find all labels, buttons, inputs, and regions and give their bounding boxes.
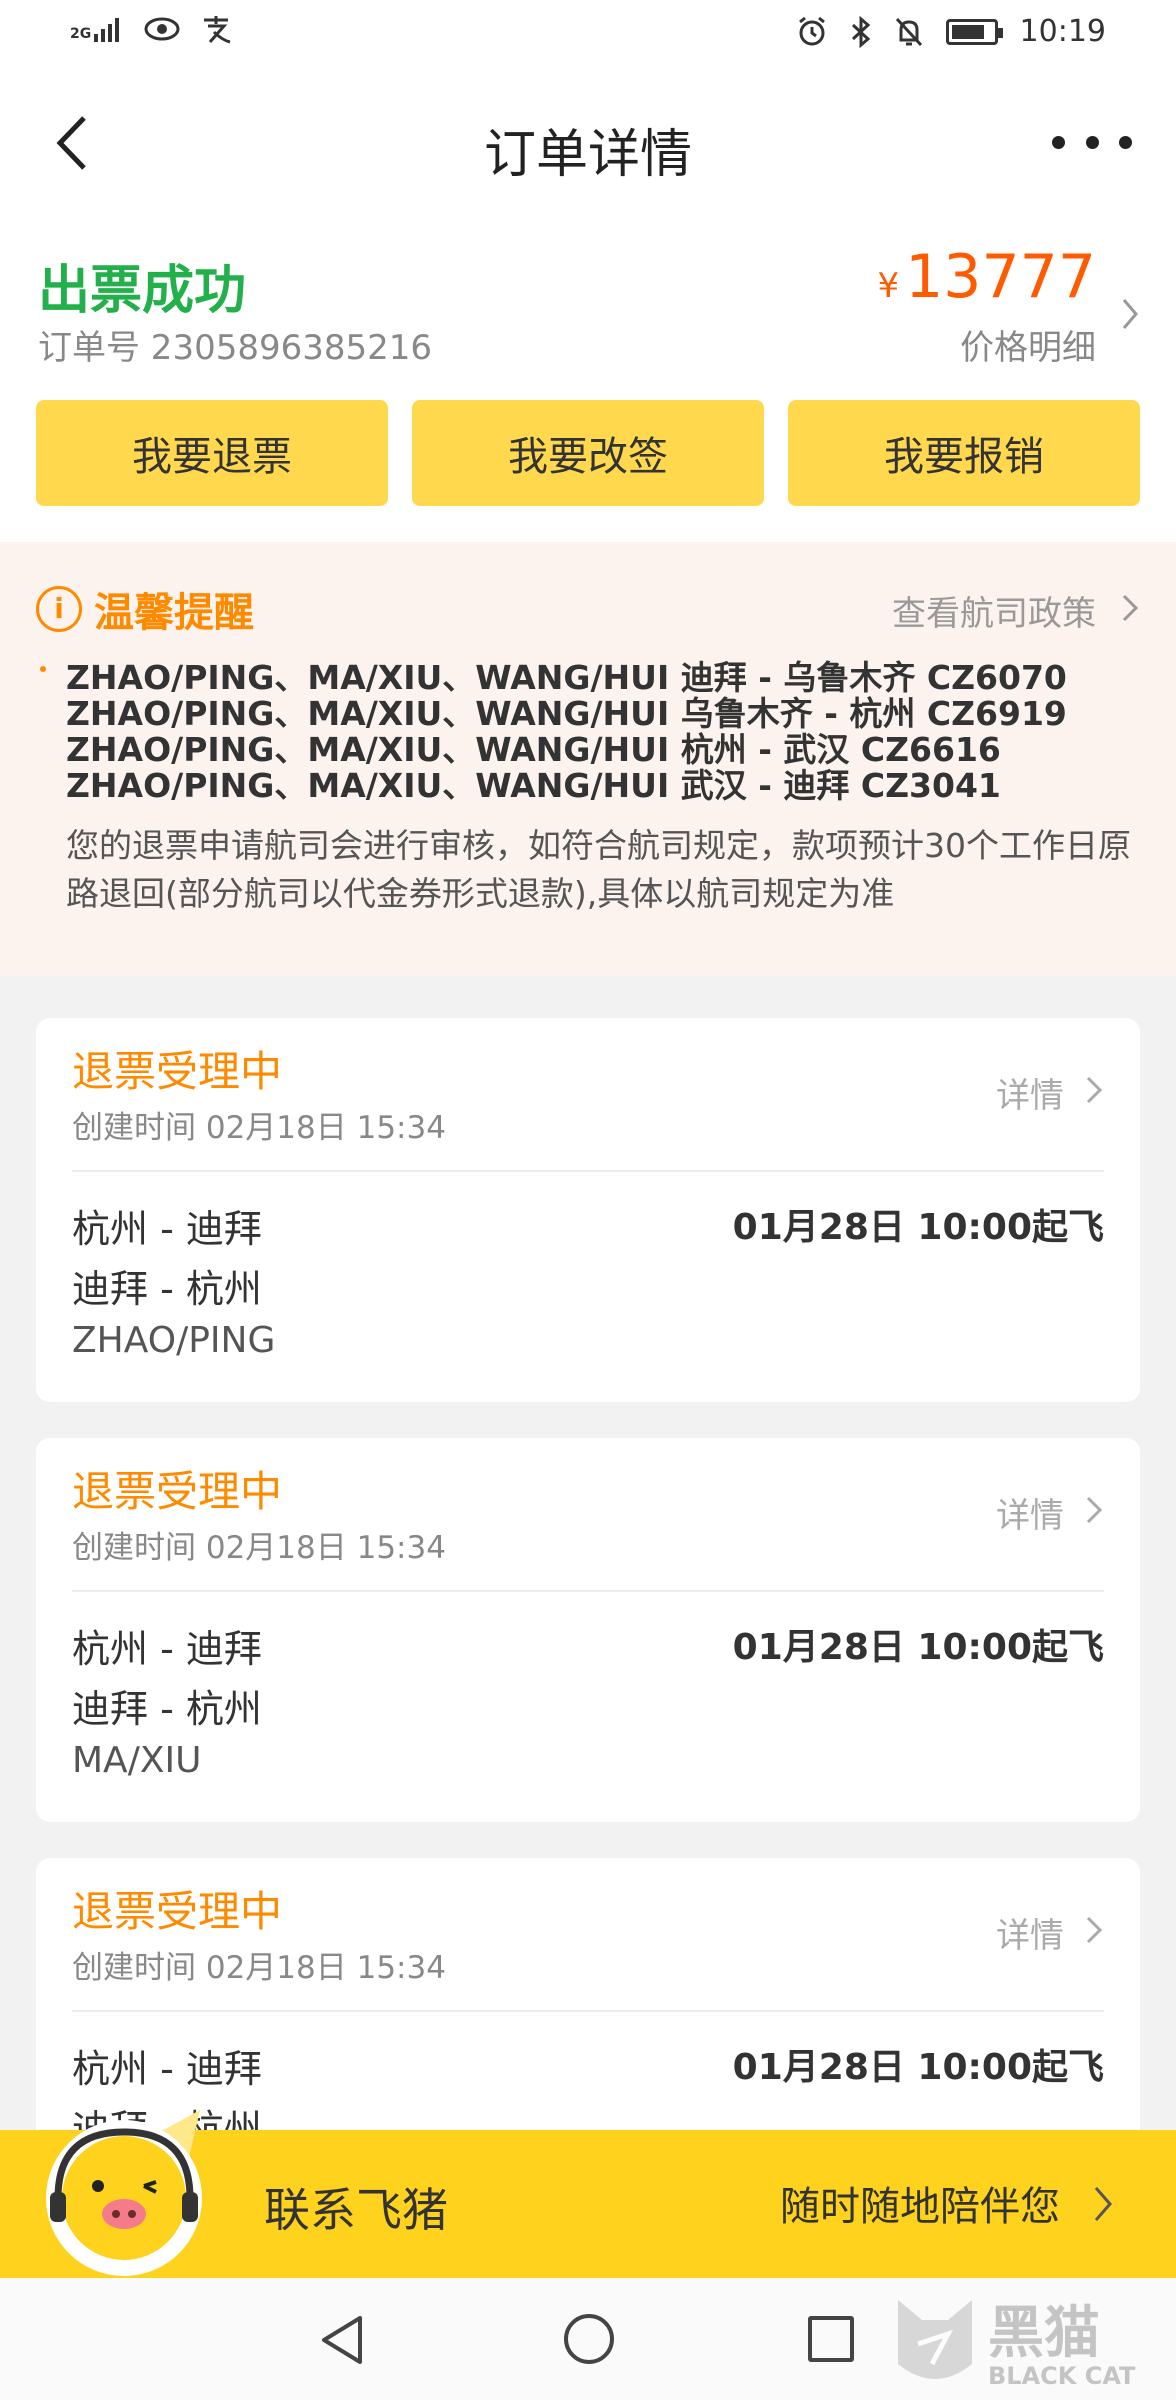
watermark-text-cn: 黑猫 [988, 2301, 1100, 2366]
order-price[interactable]: ¥13777 [877, 242, 1096, 312]
order-number: 订单号 2305896385216 [38, 328, 433, 368]
refund-detail-link[interactable]: 详情 [996, 1068, 1064, 1117]
currency-symbol: ¥ [877, 266, 900, 306]
system-home-icon[interactable] [564, 2314, 614, 2364]
notice-text: 您的退票申请航司会进行审核，如符合航司规定，款项预计30个工作日原路退回(部分航… [66, 826, 1131, 913]
refund-card[interactable]: 退票受理中 创建时间 02月18日 15:34 详情 杭州 - 迪拜 迪拜 - … [36, 1438, 1140, 1822]
flight-line: ZHAO/PING、MA/XIU、WANG/HUI 杭州 - 武汉 CZ6616 [66, 730, 1001, 769]
refund-status: 退票受理中 [72, 1467, 283, 1516]
flight-line: ZHAO/PING、MA/XIU、WANG/HUI 乌鲁木齐 - 杭州 CZ69… [66, 694, 1067, 733]
network-type: 2G [70, 26, 92, 42]
more-menu-button[interactable] [1052, 122, 1132, 162]
nav-bar: 订单详情 [0, 70, 1176, 220]
chevron-right-icon[interactable] [1084, 1492, 1104, 1528]
black-cat-watermark: 黑猫 BLACK CAT [898, 2300, 1136, 2390]
system-nav-bar: 黑猫 BLACK CAT [0, 2278, 1176, 2400]
refund-detail-link[interactable]: 详情 [996, 1488, 1064, 1537]
route-return: 迪拜 - 杭州 [72, 1267, 262, 1311]
battery-fill [951, 24, 984, 39]
chevron-right-icon[interactable] [1120, 590, 1140, 626]
departure-time: 01月28日 10:00起飞 [732, 1207, 1104, 1248]
divider [72, 1590, 1104, 1592]
route-outbound: 杭州 - 迪拜 [72, 1627, 262, 1671]
chevron-right-icon[interactable] [1084, 1072, 1104, 1108]
refund-created-time: 创建时间 02月18日 15:34 [72, 1110, 446, 1146]
more-dot-icon [1052, 135, 1065, 149]
refund-created-time: 创建时间 02月18日 15:34 [72, 1530, 446, 1566]
contact-subtitle: 随时随地陪伴您 [780, 2184, 1060, 2230]
status-left: 2G [70, 14, 232, 44]
price-detail-link[interactable]: 价格明细 [960, 320, 1096, 369]
route-outbound: 杭州 - 迪拜 [72, 2047, 262, 2091]
chevron-right-icon[interactable] [1092, 2182, 1114, 2226]
refund-created-time: 创建时间 02月18日 15:34 [72, 1950, 446, 1986]
flight-line: ZHAO/PING、MA/XIU、WANG/HUI 迪拜 - 乌鲁木齐 CZ60… [66, 658, 1067, 697]
reimburse-button[interactable]: 我要报销 [788, 400, 1140, 506]
order-detail-page: 2G 10:19 订单详情 出票成功 订单号 2305896385216 ¥ 1… [0, 0, 1176, 2400]
notice-title: 温馨提醒 [94, 590, 254, 636]
info-icon: i [36, 586, 82, 632]
order-header: 出票成功 订单号 2305896385216 ¥13777 价格明细 我要退票 … [0, 220, 1176, 542]
alarm-icon [798, 16, 825, 45]
bluetooth-icon [851, 15, 870, 48]
signal-bars-icon [94, 18, 120, 42]
clock: 10:19 [1019, 14, 1106, 49]
order-actions: 我要退票 我要改签 我要报销 [36, 400, 1140, 506]
chevron-right-icon[interactable] [1120, 294, 1140, 334]
battery-icon [945, 18, 1003, 45]
status-right: 10:19 [796, 14, 1106, 49]
ticket-status: 出票成功 [38, 261, 247, 321]
route-return: 迪拜 - 杭州 [72, 1687, 262, 1731]
refund-card[interactable]: 退票受理中 创建时间 02月18日 15:34 详情 杭州 - 迪拜 迪拜 - … [36, 1018, 1140, 1402]
divider [72, 1170, 1104, 1172]
system-recents-icon[interactable] [808, 2316, 854, 2362]
passenger-name: MA/XIU [72, 1740, 202, 1781]
mute-bell-icon [895, 17, 922, 46]
notice-panel: i 温馨提醒 查看航司政策 ZHAO/PING、MA/XIU、WANG/HUI … [0, 542, 1176, 976]
contact-fliggy-bar[interactable]: 联系飞猪 随时随地陪伴您 [0, 2110, 1176, 2278]
passenger-name: ZHAO/PING [72, 1320, 276, 1361]
chevron-right-icon[interactable] [1084, 1912, 1104, 1948]
contact-label: 联系飞猪 [264, 2183, 448, 2237]
signal-icon: 2G [70, 16, 124, 42]
departure-time: 01月28日 10:00起飞 [732, 2047, 1104, 2088]
more-dot-icon [1085, 135, 1099, 149]
flight-list: ZHAO/PING、MA/XIU、WANG/HUI 迪拜 - 乌鲁木齐 CZ60… [66, 660, 1067, 804]
more-dot-icon [1119, 135, 1132, 149]
page-title: 订单详情 [483, 125, 692, 185]
refund-status: 退票受理中 [72, 1047, 283, 1096]
flight-line: ZHAO/PING、MA/XIU、WANG/HUI 武汉 - 迪拜 CZ3041 [66, 766, 1001, 805]
system-back-icon[interactable] [316, 2312, 368, 2368]
eye-icon [144, 17, 180, 41]
refund-detail-link[interactable]: 详情 [996, 1908, 1064, 1957]
airline-policy-link[interactable]: 查看航司政策 [892, 586, 1096, 635]
alipay-icon [204, 16, 231, 44]
divider [72, 2010, 1104, 2012]
fliggy-pig-mascot-icon [46, 2110, 202, 2276]
departure-time: 01月28日 10:00起飞 [732, 1627, 1104, 1668]
price-amount: 13777 [905, 242, 1096, 312]
route-outbound: 杭州 - 迪拜 [72, 1207, 262, 1251]
bullet-icon [40, 666, 46, 672]
change-ticket-button[interactable]: 我要改签 [412, 400, 764, 506]
watermark-text-en: BLACK CAT [988, 2362, 1136, 2390]
refund-button[interactable]: 我要退票 [36, 400, 388, 506]
status-bar: 2G 10:19 [0, 0, 1176, 70]
refund-status: 退票受理中 [72, 1887, 283, 1936]
